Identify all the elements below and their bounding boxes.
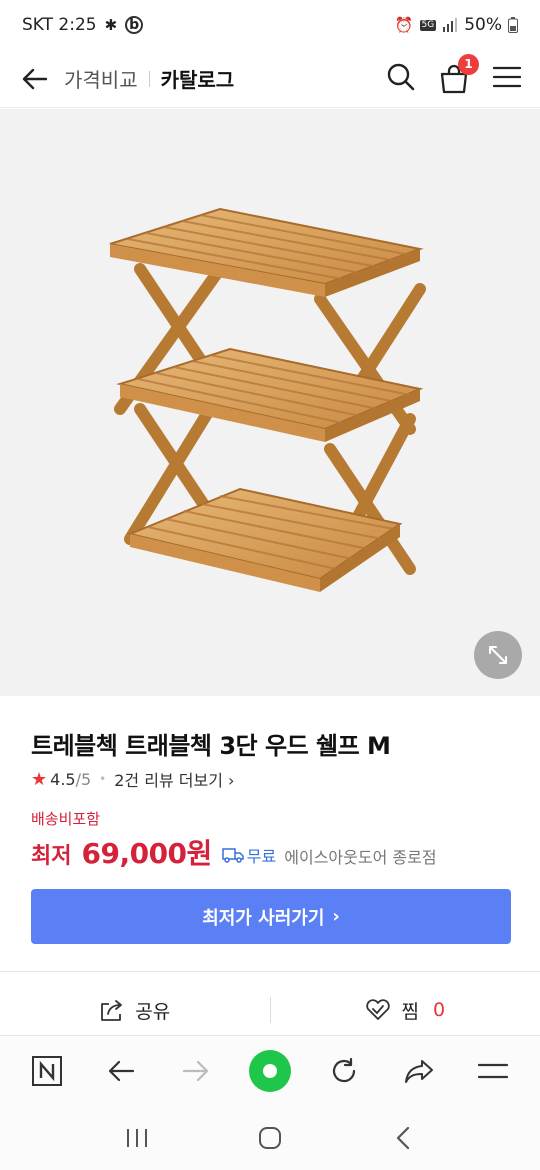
breadcrumb-price-compare[interactable]: 가격비교 bbox=[64, 64, 138, 93]
rating-max: /5 bbox=[75, 769, 92, 789]
search-icon[interactable] bbox=[386, 62, 416, 96]
rating-value: 4.5 bbox=[50, 769, 76, 789]
status-bar: SKT 2:25 ✱ b ⏰ 5G 50% bbox=[0, 0, 540, 50]
battery-percent: 50% bbox=[464, 15, 502, 35]
section-divider bbox=[0, 971, 540, 972]
share-icon bbox=[101, 1000, 123, 1021]
heart-check-icon bbox=[366, 999, 391, 1020]
back-icon[interactable] bbox=[96, 1046, 146, 1096]
forward-icon[interactable] bbox=[171, 1046, 221, 1096]
separator-dot: • bbox=[99, 772, 107, 786]
cart-icon[interactable]: 1 bbox=[438, 53, 479, 95]
home-icon[interactable] bbox=[245, 1113, 295, 1163]
review-link[interactable]: 2건 리뷰 더보기 › bbox=[114, 767, 234, 791]
expand-image-button[interactable] bbox=[474, 631, 522, 679]
star-icon: ★ bbox=[31, 768, 48, 790]
back-arrow-icon[interactable] bbox=[18, 63, 50, 95]
wood-shelf-illustration bbox=[109, 207, 426, 592]
truck-icon bbox=[222, 848, 244, 863]
carrier-time: SKT 2:25 bbox=[22, 15, 97, 35]
buy-button-label: 최저가 사러가기 bbox=[202, 907, 325, 929]
cart-count-badge: 1 bbox=[458, 53, 479, 75]
buy-lowest-price-button[interactable]: 최저가 사러가기 › bbox=[31, 889, 511, 944]
product-title: 트레블첵 트래블첵 3단 우드 쉘프 M bbox=[31, 732, 391, 760]
chevron-right-icon: › bbox=[228, 771, 235, 790]
lowest-price: 69,000원 bbox=[81, 837, 212, 870]
app-b-icon: b bbox=[125, 16, 144, 34]
price-label: 최저 bbox=[31, 844, 72, 869]
store-name[interactable]: 에이스아웃도어 종로점 bbox=[284, 844, 436, 868]
network-badge: 5G bbox=[419, 19, 437, 31]
naver-n-icon[interactable] bbox=[22, 1046, 72, 1096]
share-button[interactable]: 공유 bbox=[0, 997, 270, 1024]
free-shipping: 무료 bbox=[222, 843, 276, 867]
breadcrumb-divider bbox=[148, 70, 150, 87]
wish-label: 찜 bbox=[401, 1000, 419, 1023]
review-link-text: 2건 리뷰 더보기 bbox=[114, 771, 223, 790]
rating-row: ★ 4.5 /5 • 2건 리뷰 더보기 › bbox=[31, 767, 234, 791]
recent-apps-icon[interactable] bbox=[112, 1113, 162, 1163]
top-header: 가격비교 카탈로그 1 bbox=[0, 50, 540, 108]
price-row: 최저 69,000원 무료 에이스아웃도어 종로점 bbox=[31, 832, 437, 872]
alarm-icon: ⏰ bbox=[394, 16, 414, 34]
menu-icon[interactable] bbox=[492, 65, 522, 93]
wish-count: 0 bbox=[432, 999, 446, 1021]
expand-icon bbox=[489, 646, 507, 664]
reload-icon[interactable] bbox=[319, 1046, 369, 1096]
wish-button[interactable]: 찜 0 bbox=[271, 997, 540, 1024]
slack-icon: ✱ bbox=[104, 16, 118, 34]
action-row: 공유 찜 0 bbox=[0, 985, 540, 1035]
chevron-right-icon: › bbox=[332, 906, 340, 927]
battery-icon bbox=[508, 17, 518, 33]
page-title: 카탈로그 bbox=[160, 68, 235, 92]
share-label: 공유 bbox=[135, 1000, 171, 1023]
browser-toolbar bbox=[0, 1035, 540, 1105]
green-home-button bbox=[248, 1049, 291, 1092]
shipping-included-label: 배송비포함 bbox=[31, 810, 101, 828]
home-green-icon[interactable] bbox=[245, 1046, 295, 1096]
product-image[interactable] bbox=[0, 109, 540, 696]
hamburger-icon[interactable] bbox=[468, 1046, 518, 1096]
system-back-icon[interactable] bbox=[378, 1113, 428, 1163]
share-forward-icon[interactable] bbox=[394, 1046, 444, 1096]
free-shipping-text: 무료 bbox=[246, 847, 277, 866]
signal-icon bbox=[443, 18, 458, 32]
system-navigation-bar bbox=[0, 1105, 540, 1170]
